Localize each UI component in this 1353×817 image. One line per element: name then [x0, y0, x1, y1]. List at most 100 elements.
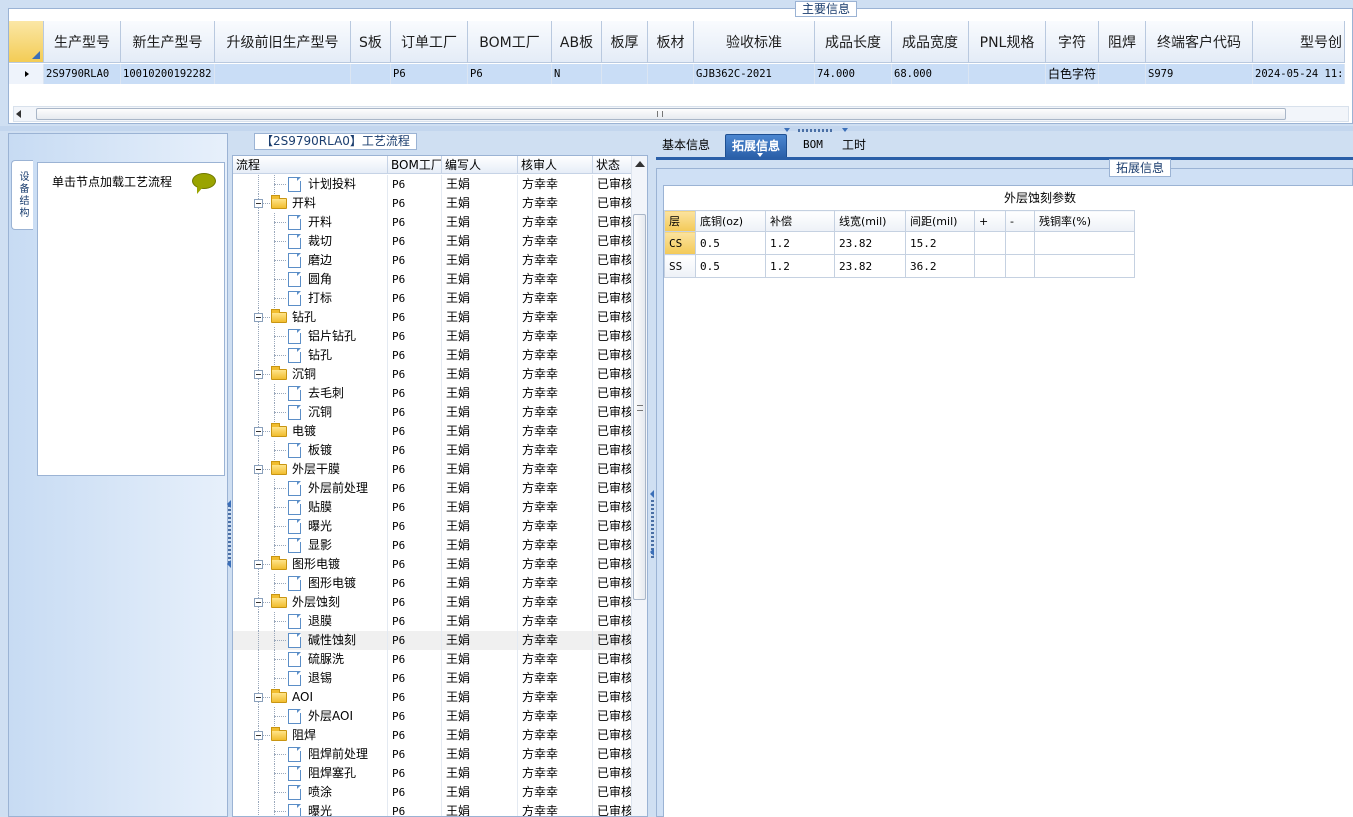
cell-reviewer[interactable]: 方幸幸 — [518, 403, 593, 422]
col-header[interactable]: 终端客户代码 — [1146, 21, 1253, 63]
col-header[interactable]: 层 — [664, 210, 696, 232]
cell-writer[interactable]: 王娟 — [442, 650, 518, 669]
cell-factory[interactable]: P6 — [388, 308, 442, 327]
cell-reviewer[interactable]: 方幸幸 — [518, 536, 593, 555]
layer-cell[interactable]: CS — [664, 231, 696, 255]
tree-node[interactable]: 图形电镀 — [233, 555, 388, 574]
cell-factory[interactable]: P6 — [388, 403, 442, 422]
tab-extension-info[interactable]: 拓展信息 — [725, 134, 788, 158]
cell-status[interactable]: 已审核 — [593, 726, 633, 745]
cell-writer[interactable]: 王娟 — [442, 422, 518, 441]
cell[interactable]: N — [552, 64, 602, 84]
cell-status[interactable]: 已审核 — [593, 574, 633, 593]
cell-factory[interactable]: P6 — [388, 707, 442, 726]
cell-reviewer[interactable]: 方幸幸 — [518, 251, 593, 270]
cell-factory[interactable]: P6 — [388, 536, 442, 555]
layer-cell[interactable]: SS — [664, 254, 696, 278]
tree-row[interactable]: 曝光 P6 王娟 方幸幸 已审核 — [233, 802, 633, 816]
cell-status[interactable]: 已审核 — [593, 194, 633, 213]
cell[interactable] — [974, 231, 1006, 255]
cell-factory[interactable]: P6 — [388, 745, 442, 764]
table-row[interactable]: SS 0.5 1.2 23.82 36.2 — [664, 254, 1135, 278]
cell-status[interactable]: 已审核 — [593, 251, 633, 270]
tree-node[interactable]: 曝光 — [233, 802, 388, 816]
col-header[interactable]: BOM工厂 — [388, 156, 442, 173]
tree-row[interactable]: 钻孔 P6 王娟 方幸幸 已审核 — [233, 346, 633, 365]
tree-row[interactable]: 钻孔 P6 王娟 方幸幸 已审核 — [233, 308, 633, 327]
cell[interactable] — [1005, 254, 1035, 278]
cell[interactable]: 0.5 — [695, 254, 766, 278]
cell-reviewer[interactable]: 方幸幸 — [518, 175, 593, 194]
tree-node[interactable]: 计划投料 — [233, 175, 388, 194]
col-header[interactable]: 型号创 — [1253, 21, 1345, 63]
cell[interactable]: 2S9790RLA0 — [44, 64, 121, 84]
tree-node[interactable]: 磨边 — [233, 251, 388, 270]
cell-reviewer[interactable]: 方幸幸 — [518, 726, 593, 745]
cell-factory[interactable]: P6 — [388, 232, 442, 251]
col-header[interactable]: 流程 — [233, 156, 388, 173]
select-all-corner[interactable] — [9, 21, 44, 63]
collapse-down-icon[interactable] — [784, 128, 790, 132]
cell-status[interactable]: 已审核 — [593, 745, 633, 764]
tab-work-hours[interactable]: 工时 — [836, 134, 872, 158]
scroll-thumb[interactable] — [633, 214, 646, 600]
col-header[interactable]: S板 — [351, 21, 391, 63]
cell-reviewer[interactable]: 方幸幸 — [518, 707, 593, 726]
cell-reviewer[interactable]: 方幸幸 — [518, 384, 593, 403]
tree-row[interactable]: 外层AOI P6 王娟 方幸幸 已审核 — [233, 707, 633, 726]
cell-reviewer[interactable]: 方幸幸 — [518, 194, 593, 213]
cell-factory[interactable]: P6 — [388, 460, 442, 479]
process-tree-vscrollbar[interactable] — [631, 156, 647, 816]
main-info-hscrollbar[interactable] — [13, 106, 1349, 122]
tree-row[interactable]: 外层干膜 P6 王娟 方幸幸 已审核 — [233, 460, 633, 479]
cell[interactable] — [602, 64, 648, 84]
cell-writer[interactable]: 王娟 — [442, 631, 518, 650]
tree-node[interactable]: 退锡 — [233, 669, 388, 688]
cell-status[interactable]: 已审核 — [593, 384, 633, 403]
collapse-left-icon[interactable] — [227, 500, 231, 508]
cell-factory[interactable]: P6 — [388, 422, 442, 441]
cell-factory[interactable]: P6 — [388, 593, 442, 612]
col-header[interactable]: 阻焊 — [1099, 21, 1146, 63]
cell[interactable] — [1034, 231, 1135, 255]
cell-status[interactable]: 已审核 — [593, 422, 633, 441]
cell[interactable]: 15.2 — [905, 231, 975, 255]
cell-writer[interactable]: 王娟 — [442, 308, 518, 327]
tree-row[interactable]: 图形电镀 P6 王娟 方幸幸 已审核 — [233, 555, 633, 574]
cell-reviewer[interactable]: 方幸幸 — [518, 631, 593, 650]
collapse-minus-icon[interactable] — [254, 313, 263, 322]
tree-node[interactable]: 退膜 — [233, 612, 388, 631]
cell-status[interactable]: 已审核 — [593, 631, 633, 650]
cell-reviewer[interactable]: 方幸幸 — [518, 365, 593, 384]
tree-row[interactable]: 退膜 P6 王娟 方幸幸 已审核 — [233, 612, 633, 631]
cell-writer[interactable]: 王娟 — [442, 270, 518, 289]
cell-writer[interactable]: 王娟 — [442, 479, 518, 498]
tab-device-structure[interactable]: 设备结构 — [11, 160, 33, 230]
tree-row[interactable]: 曝光 P6 王娟 方幸幸 已审核 — [233, 517, 633, 536]
cell-status[interactable]: 已审核 — [593, 308, 633, 327]
cell[interactable]: 1.2 — [765, 254, 835, 278]
tree-row[interactable]: 圆角 P6 王娟 方幸幸 已审核 — [233, 270, 633, 289]
tree-row[interactable]: 计划投料 P6 王娟 方幸幸 已审核 — [233, 175, 633, 194]
cell-writer[interactable]: 王娟 — [442, 251, 518, 270]
tree-node[interactable]: 开料 — [233, 213, 388, 232]
cell-status[interactable]: 已审核 — [593, 688, 633, 707]
cell-factory[interactable]: P6 — [388, 612, 442, 631]
collapse-left-icon[interactable] — [227, 560, 231, 568]
cell-factory[interactable]: P6 — [388, 574, 442, 593]
collapse-minus-icon[interactable] — [254, 693, 263, 702]
tree-row[interactable]: 图形电镀 P6 王娟 方幸幸 已审核 — [233, 574, 633, 593]
cell[interactable]: S979 — [1146, 64, 1253, 84]
cell-reviewer[interactable]: 方幸幸 — [518, 612, 593, 631]
cell-reviewer[interactable]: 方幸幸 — [518, 574, 593, 593]
cell-reviewer[interactable]: 方幸幸 — [518, 498, 593, 517]
cell[interactable]: 10010200192282 — [121, 64, 215, 84]
tree-node[interactable]: 图形电镀 — [233, 574, 388, 593]
tree-row[interactable]: 沉铜 P6 王娟 方幸幸 已审核 — [233, 365, 633, 384]
tree-node[interactable]: 贴膜 — [233, 498, 388, 517]
cell-writer[interactable]: 王娟 — [442, 289, 518, 308]
collapse-minus-icon[interactable] — [254, 199, 263, 208]
tree-row[interactable]: 硫脲洗 P6 王娟 方幸幸 已审核 — [233, 650, 633, 669]
col-header[interactable]: 底铜(oz) — [695, 210, 766, 232]
cell-status[interactable]: 已审核 — [593, 555, 633, 574]
